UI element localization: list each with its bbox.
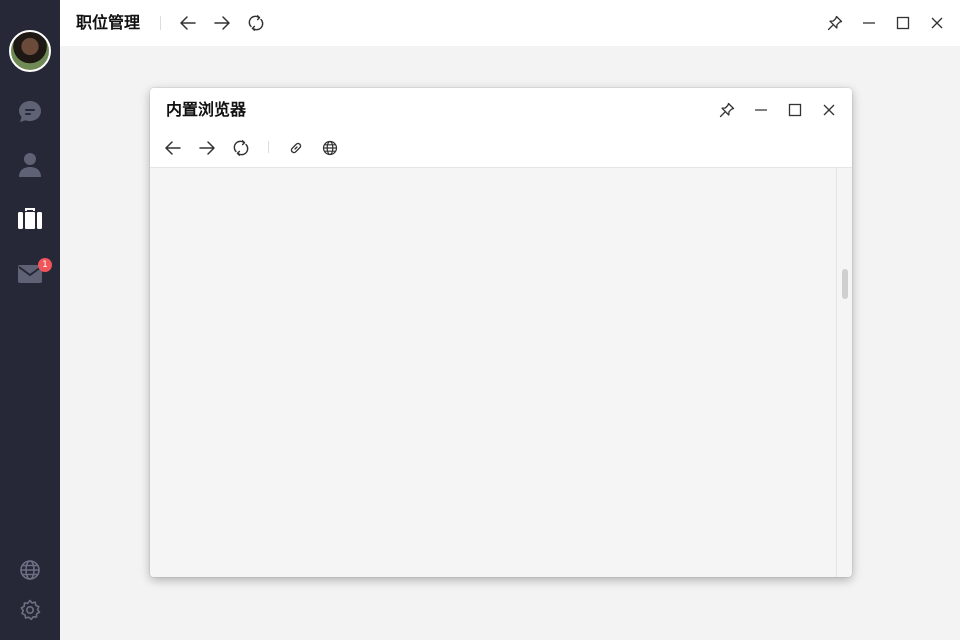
refresh-icon <box>247 14 265 32</box>
divider <box>268 141 269 153</box>
browser-refresh-button[interactable] <box>229 136 253 160</box>
scrollbar-thumb[interactable] <box>842 269 848 299</box>
arrow-left-icon <box>164 139 182 157</box>
sidebar-item-settings[interactable] <box>15 595 45 625</box>
globe-icon <box>19 559 41 581</box>
gear-icon <box>19 599 41 621</box>
maximize-button[interactable] <box>891 11 915 35</box>
minimize-icon <box>861 15 877 31</box>
chat-icon <box>17 99 43 125</box>
scrollbar[interactable] <box>836 168 852 577</box>
page-title: 职位管理 <box>76 13 141 32</box>
avatar[interactable] <box>9 30 51 72</box>
pin-icon <box>719 102 735 118</box>
briefcase-icon <box>17 207 43 231</box>
browser-forward-button[interactable] <box>195 136 219 160</box>
refresh-button[interactable] <box>244 11 268 35</box>
close-icon <box>929 15 945 31</box>
minimize-icon <box>753 102 769 118</box>
arrow-right-icon <box>198 139 216 157</box>
link-icon <box>288 140 304 156</box>
user-icon <box>18 152 42 178</box>
browser-back-button[interactable] <box>161 136 185 160</box>
browser-minimize-button[interactable] <box>749 98 773 122</box>
browser-content[interactable] <box>150 168 838 577</box>
browser-close-button[interactable] <box>817 98 841 122</box>
sidebar-item-jobs[interactable] <box>15 204 45 234</box>
refresh-icon <box>232 139 250 157</box>
pin-icon <box>827 15 843 31</box>
back-button[interactable] <box>176 11 200 35</box>
sidebar-item-contacts[interactable] <box>15 150 45 180</box>
pin-button[interactable] <box>823 11 847 35</box>
browser-maximize-button[interactable] <box>783 98 807 122</box>
forward-button[interactable] <box>210 11 234 35</box>
sidebar-item-language[interactable] <box>15 555 45 585</box>
open-external-button[interactable] <box>318 136 342 160</box>
arrow-left-icon <box>179 14 197 32</box>
minimize-button[interactable] <box>857 11 881 35</box>
sidebar: 1 <box>0 0 60 640</box>
maximize-icon <box>895 15 911 31</box>
copy-link-button[interactable] <box>284 136 308 160</box>
close-icon <box>821 102 837 118</box>
globe-icon <box>322 140 338 156</box>
browser-header: 内置浏览器 <box>150 88 852 168</box>
divider <box>160 16 161 30</box>
browser-window: 内置浏览器 <box>150 88 852 577</box>
browser-pin-button[interactable] <box>715 98 739 122</box>
arrow-right-icon <box>213 14 231 32</box>
browser-title: 内置浏览器 <box>166 100 247 119</box>
close-button[interactable] <box>925 11 949 35</box>
top-bar: 职位管理 <box>60 0 960 46</box>
maximize-icon <box>787 102 803 118</box>
sidebar-item-messages[interactable] <box>15 97 45 127</box>
unread-badge: 1 <box>38 258 52 272</box>
